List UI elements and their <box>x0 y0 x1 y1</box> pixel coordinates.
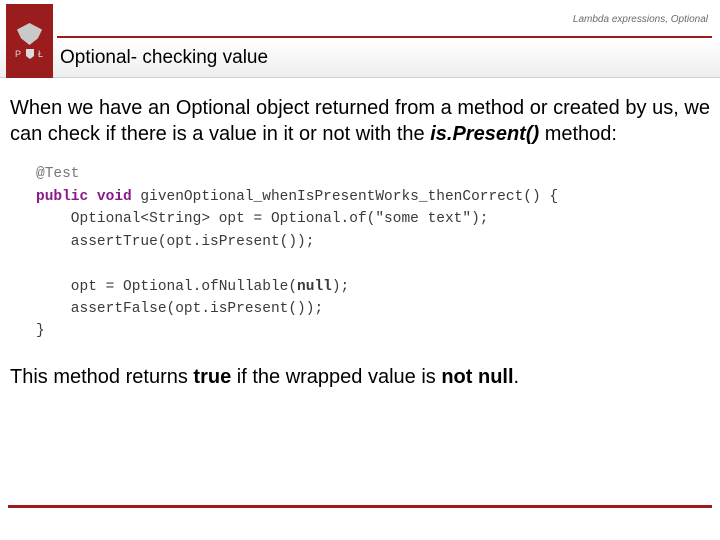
logo: P Ł <box>6 4 53 78</box>
outro-paragraph: This method returns true if the wrapped … <box>10 365 710 391</box>
code-keyword: public void <box>36 189 132 205</box>
shield-icon <box>26 49 34 59</box>
code-annotation: @Test <box>36 166 80 182</box>
content-area: When we have an Optional object returned… <box>0 78 720 391</box>
header-divider <box>57 36 712 38</box>
logo-letter-right: Ł <box>38 49 44 59</box>
logo-text: P Ł <box>15 49 44 59</box>
code-line-2: givenOptional_whenIsPresentWorks_thenCor… <box>132 189 558 205</box>
page-title: Optional- checking value <box>60 47 268 69</box>
para2-notnull: not null <box>441 366 513 388</box>
footer-divider <box>8 505 712 508</box>
logo-letter-left: P <box>15 49 22 59</box>
title-row: Optional- checking value <box>0 38 720 78</box>
method-name: is.Present() <box>430 123 539 145</box>
para1-text-b: method: <box>539 123 617 145</box>
eagle-icon <box>16 23 44 45</box>
code-block: @Test public void givenOptional_whenIsPr… <box>36 163 710 343</box>
code-line-7: assertFalse(opt.isPresent()); <box>36 301 323 317</box>
header-bar: Lambda expressions, Optional <box>0 0 720 38</box>
code-null-literal: null <box>297 279 332 295</box>
code-line-8: } <box>36 323 45 339</box>
breadcrumb: Lambda expressions, Optional <box>573 14 708 25</box>
para2-true: true <box>193 366 231 388</box>
para2-text-c: . <box>514 366 520 388</box>
code-line-4: assertTrue(opt.isPresent()); <box>36 234 314 250</box>
para2-text-b: if the wrapped value is <box>231 366 441 388</box>
code-line-6a: opt = Optional.ofNullable( <box>36 279 297 295</box>
para2-text-a: This method returns <box>10 366 193 388</box>
code-line-3: Optional<String> opt = Optional.of("some… <box>36 211 488 227</box>
code-line-6b: ); <box>332 279 349 295</box>
intro-paragraph: When we have an Optional object returned… <box>10 96 710 147</box>
